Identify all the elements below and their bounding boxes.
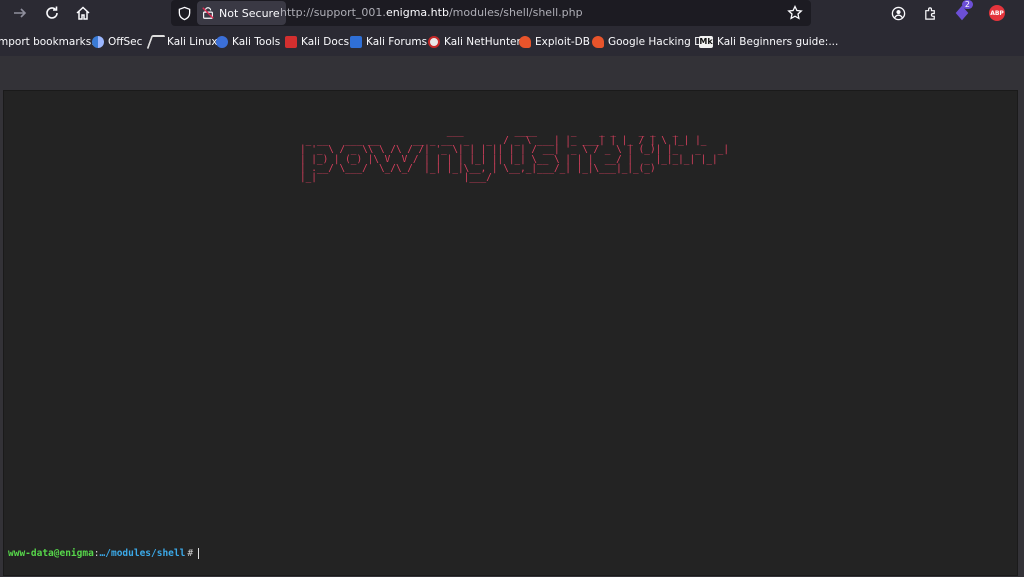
page-content: ___ ____ _ _ _ _ _ _ _ __ ___ __ __ _ __…	[0, 56, 1024, 577]
prompt-user: www-data@enigma	[8, 548, 94, 559]
bookmark-label: Kali Beginners guide:...	[717, 36, 839, 48]
url-text[interactable]: http://support_001.enigma.htb/modules/sh…	[280, 6, 583, 19]
adblock-plus-button[interactable]: ABP	[987, 3, 1007, 23]
bookmark-label: Kali Tools	[232, 36, 281, 48]
shell-prompt[interactable]: www-data@enigma: …/modules/shell #	[8, 548, 200, 559]
not-secure-indicator[interactable]: Not Secure	[197, 1, 286, 25]
not-secure-label: Not Secure	[219, 6, 280, 20]
forward-button[interactable]	[7, 2, 33, 24]
bookmark-label: Kali NetHunter	[444, 36, 521, 48]
reload-button[interactable]	[39, 2, 65, 24]
ghdb-icon	[592, 36, 604, 48]
bookmark-label: Kali Docs	[301, 36, 350, 48]
bookmark-google-hacking-db[interactable]: Google Hacking DB	[592, 34, 709, 50]
browser-toolbar: Not Secure http://support_001.enigma.htb…	[0, 0, 1024, 28]
prompt-hash: #	[187, 548, 194, 559]
extension-purple-button[interactable]: 2	[952, 0, 973, 23]
bookmark-label: Google Hacking DB	[608, 36, 710, 48]
prompt-path: …/modules/shell	[99, 548, 186, 559]
bookmark-kali-beginners-guide[interactable]: Mk Kali Beginners guide:...	[699, 34, 838, 50]
extensions-button[interactable]	[920, 3, 940, 23]
nethunter-icon	[428, 36, 440, 48]
shell-terminal[interactable]: ___ ____ _ _ _ _ _ _ _ __ ___ __ __ _ __…	[3, 90, 1018, 576]
bookmarks-toolbar: mport bookmarks... OffSec Kali Linux Kal…	[0, 30, 1024, 54]
bookmark-offsec[interactable]: OffSec	[92, 34, 142, 50]
bookmark-label: OffSec	[108, 36, 143, 48]
home-button[interactable]	[70, 2, 96, 24]
bookmark-import[interactable]: mport bookmarks...	[0, 34, 101, 50]
kali-forums-icon	[350, 36, 362, 48]
url-bar[interactable]: Not Secure http://support_001.enigma.htb…	[171, 0, 811, 26]
bookmark-exploit-db[interactable]: Exploit-DB	[519, 34, 590, 50]
puzzle-icon	[924, 6, 935, 20]
mk-icon: Mk	[699, 36, 713, 48]
kali-tools-icon	[216, 36, 228, 48]
bookmark-kali-docs[interactable]: Kali Docs	[285, 34, 349, 50]
reload-icon	[46, 6, 58, 19]
account-button[interactable]	[888, 3, 908, 23]
exploit-db-icon	[519, 36, 531, 48]
offsec-icon	[92, 36, 104, 48]
url-path: /modules/shell/shell.php	[448, 6, 583, 19]
kali-dragon-icon	[146, 35, 166, 49]
arrow-right-icon	[14, 8, 27, 18]
extension-badge: 2	[961, 0, 973, 9]
kali-docs-icon	[285, 36, 297, 48]
abp-icon: ABP	[989, 5, 1005, 21]
bookmark-label: mport bookmarks...	[0, 36, 102, 48]
bookmark-label: Kali Linux	[167, 36, 218, 48]
command-input-cursor[interactable]	[198, 548, 200, 559]
p0wny-shell-banner: ___ ____ _ _ _ _ _ _ _ __ ___ __ __ _ __…	[300, 126, 729, 184]
bookmark-label: Kali Forums	[366, 36, 428, 48]
account-icon	[891, 6, 905, 20]
tracking-protection-shield-icon[interactable]	[175, 4, 193, 22]
home-icon	[76, 6, 90, 20]
bookmark-kali-linux[interactable]: Kali Linux	[146, 34, 218, 50]
bookmark-label: Exploit-DB	[535, 36, 590, 48]
url-prefix: http://support_001.	[280, 6, 386, 19]
bookmark-kali-nethunter[interactable]: Kali NetHunter	[428, 34, 521, 50]
bookmark-kali-forums[interactable]: Kali Forums	[350, 34, 427, 50]
url-host: enigma.htb	[385, 6, 449, 19]
bookmark-star-icon[interactable]	[787, 5, 803, 21]
bookmark-kali-tools[interactable]: Kali Tools	[216, 34, 280, 50]
broken-lock-icon	[202, 7, 214, 19]
